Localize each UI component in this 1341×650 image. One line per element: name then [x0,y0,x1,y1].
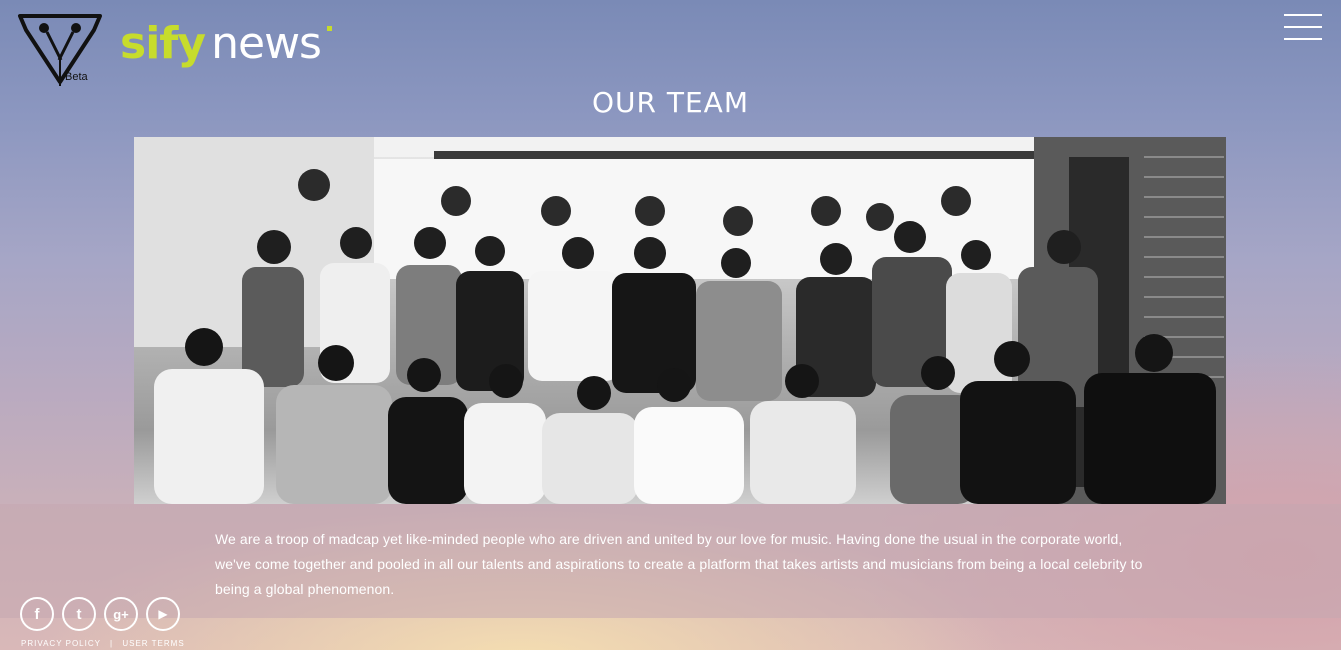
microphone-logo-icon[interactable] [16,12,104,88]
brand-sify: sify [120,18,206,69]
menu-line [1284,38,1322,40]
brand-news: news [211,18,322,69]
sify-news-logo[interactable]: sify news [120,18,332,78]
brand-dot [326,26,332,31]
facebook-icon[interactable]: f [20,597,54,631]
user-terms-link[interactable]: USER TERMS [122,639,184,648]
twitter-icon[interactable]: t [62,597,96,631]
team-group-photo [134,137,1226,504]
social-links: f t g+ ▶ [20,597,180,631]
youtube-icon[interactable]: ▶ [146,597,180,631]
menu-line [1284,14,1322,16]
about-paragraph: We are a troop of madcap yet like-minded… [215,531,1143,597]
privacy-policy-link[interactable]: PRIVACY POLICY [21,639,101,648]
google-plus-icon[interactable]: g+ [104,597,138,631]
footer-separator: | [110,639,114,648]
beta-label: Beta [65,71,88,83]
footer-links: PRIVACY POLICY | USER TERMS [21,639,185,648]
hamburger-menu-icon[interactable] [1284,14,1322,40]
menu-line [1284,26,1322,28]
page-title: OUR TEAM [592,86,749,119]
